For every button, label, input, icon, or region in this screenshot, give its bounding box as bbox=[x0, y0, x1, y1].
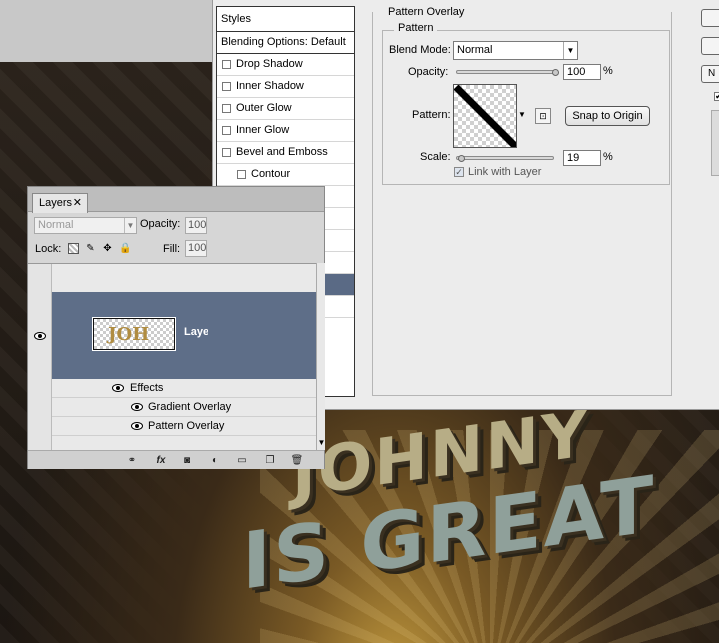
lock-position-move-icon[interactable]: ✥ bbox=[102, 243, 113, 254]
opacity-label: Opacity: bbox=[408, 66, 449, 78]
new-layer-icon[interactable]: ❐ bbox=[263, 454, 277, 467]
scale-percent: % bbox=[603, 151, 613, 163]
effect-row-gradient-overlay[interactable]: Gradient Overlay bbox=[52, 398, 316, 417]
new-style-label: N bbox=[708, 68, 716, 79]
styles-header[interactable]: Styles bbox=[217, 7, 354, 32]
style-item-bevel-and-emboss[interactable]: Bevel and Emboss bbox=[217, 142, 354, 164]
link-with-layer-check[interactable]: ✓ bbox=[454, 167, 464, 177]
style-item-inner-glow[interactable]: Inner Glow bbox=[217, 120, 354, 142]
new-group-folder-icon[interactable]: ▭ bbox=[235, 454, 249, 467]
layer-thumbnail: JOH bbox=[92, 317, 176, 351]
thumbnail-letters: JOH bbox=[108, 324, 150, 345]
snap-to-origin-button[interactable]: Snap to Origin bbox=[565, 106, 650, 126]
scale-input[interactable]: 19 bbox=[563, 150, 601, 166]
tab-layers[interactable]: Layers ✕ bbox=[32, 193, 88, 213]
fill-input[interactable]: 100 bbox=[185, 240, 207, 257]
opacity-slider[interactable] bbox=[456, 70, 558, 74]
scroll-down-arrow-icon[interactable]: ▼ bbox=[317, 438, 326, 450]
scale-slider-thumb[interactable] bbox=[458, 155, 465, 162]
fx-icon[interactable]: fx bbox=[152, 454, 170, 467]
effect-row-pattern-overlay[interactable]: Pattern Overlay bbox=[52, 417, 316, 436]
cancel-button[interactable] bbox=[701, 37, 719, 55]
opacity-slider-thumb[interactable] bbox=[552, 69, 559, 76]
layer-name[interactable]: Layer bbox=[184, 326, 208, 338]
workspace-background bbox=[0, 0, 214, 62]
layer-blend-mode-value: Normal bbox=[38, 219, 74, 231]
effects-label: Effects bbox=[130, 382, 164, 394]
scale-slider[interactable] bbox=[456, 156, 554, 160]
effects-row[interactable]: Effects bbox=[52, 379, 316, 398]
scale-label: Scale: bbox=[420, 151, 451, 163]
style-item-label: Contour bbox=[251, 168, 291, 180]
eye-icon[interactable] bbox=[131, 403, 143, 411]
layers-panel: Layers ✕ Normal ▼ Opacity: 100 Lock: ✎ ✥… bbox=[27, 186, 325, 469]
opacity-input[interactable]: 100 bbox=[563, 64, 601, 80]
blending-options-item[interactable]: Blending Options: Default bbox=[217, 32, 354, 54]
style-item-label: Inner Shadow bbox=[236, 80, 304, 92]
style-item-label: Inner Glow bbox=[236, 124, 290, 136]
layer-opacity-label: Opacity: bbox=[140, 218, 181, 230]
adjustment-layer-icon[interactable]: ◐ bbox=[208, 454, 222, 467]
layers-list: JOH Layer Effects Gradient Overlay Patte… bbox=[28, 263, 316, 451]
style-item-contour[interactable]: Contour bbox=[217, 164, 354, 186]
pattern-overlay-title: Pattern Overlay bbox=[384, 6, 469, 18]
layers-tabbar: Layers ✕ bbox=[28, 187, 324, 213]
lock-label: Lock: bbox=[35, 243, 62, 255]
layers-scrollbar[interactable]: ▼ bbox=[316, 263, 325, 450]
preview-checkbox[interactable]: ✔ bbox=[714, 92, 719, 101]
style-item-label: Bevel and Emboss bbox=[236, 146, 328, 158]
eye-icon[interactable] bbox=[131, 422, 143, 430]
pattern-dropdown-arrow-icon[interactable]: ▼ bbox=[518, 110, 526, 119]
fill-label: Fill: bbox=[163, 243, 181, 255]
chevron-down-icon: ▼ bbox=[563, 42, 577, 59]
link-with-layer-label: Link with Layer bbox=[468, 166, 542, 178]
style-item-label: Outer Glow bbox=[236, 102, 292, 114]
style-item-label: Drop Shadow bbox=[236, 58, 303, 70]
eye-icon[interactable] bbox=[34, 332, 46, 340]
pattern-picker[interactable] bbox=[453, 84, 517, 148]
style-checkbox[interactable] bbox=[222, 104, 231, 113]
tab-layers-label: Layers bbox=[39, 197, 73, 209]
style-checkbox[interactable] bbox=[222, 82, 231, 91]
eye-icon[interactable] bbox=[112, 384, 124, 392]
blend-mode-label: Blend Mode: bbox=[389, 44, 451, 56]
chevron-down-icon: ▼ bbox=[124, 218, 136, 233]
layer-opacity-input[interactable]: 100 bbox=[185, 217, 207, 234]
layers-footer: ⚭ fx ◙ ◐ ▭ ❐ 🗑 bbox=[28, 450, 324, 469]
diagonal-pattern-icon bbox=[454, 85, 516, 147]
layer-blend-mode-select[interactable]: Normal ▼ bbox=[34, 217, 137, 234]
style-item-outer-glow[interactable]: Outer Glow bbox=[217, 98, 354, 120]
link-with-layer-checkbox[interactable]: ✓ Link with Layer bbox=[454, 166, 541, 178]
style-item-inner-shadow[interactable]: Inner Shadow bbox=[217, 76, 354, 98]
ok-button[interactable] bbox=[701, 9, 719, 27]
close-icon[interactable]: ✕ bbox=[73, 194, 82, 212]
layer-row-selected[interactable]: JOH Layer bbox=[52, 292, 316, 379]
style-checkbox[interactable] bbox=[237, 170, 246, 179]
new-style-button[interactable]: N bbox=[701, 65, 719, 83]
new-preset-icon[interactable]: ⊡ bbox=[535, 108, 551, 124]
effect-label-pattern-overlay: Pattern Overlay bbox=[148, 420, 225, 432]
trash-icon[interactable]: 🗑 bbox=[290, 454, 304, 467]
style-checkbox[interactable] bbox=[222, 126, 231, 135]
opacity-percent: % bbox=[603, 65, 613, 77]
lock-all-padlock-icon[interactable]: 🔒 bbox=[119, 243, 131, 254]
pattern-label: Pattern: bbox=[412, 109, 451, 121]
style-checkbox[interactable] bbox=[222, 60, 231, 69]
blend-mode-select[interactable]: Normal ▼ bbox=[453, 41, 578, 60]
lock-transparency-icon[interactable] bbox=[68, 243, 79, 254]
link-layers-icon[interactable]: ⚭ bbox=[123, 454, 141, 467]
lock-image-brush-icon[interactable]: ✎ bbox=[85, 243, 96, 254]
add-mask-icon[interactable]: ◙ bbox=[180, 454, 194, 467]
blend-mode-value: Normal bbox=[457, 44, 493, 56]
style-item-drop-shadow[interactable]: Drop Shadow bbox=[217, 54, 354, 76]
style-preview bbox=[711, 110, 719, 176]
style-checkbox[interactable] bbox=[222, 148, 231, 157]
pattern-section-title: Pattern bbox=[394, 22, 438, 34]
effect-label-gradient-overlay: Gradient Overlay bbox=[148, 401, 232, 413]
visibility-column bbox=[28, 264, 52, 451]
